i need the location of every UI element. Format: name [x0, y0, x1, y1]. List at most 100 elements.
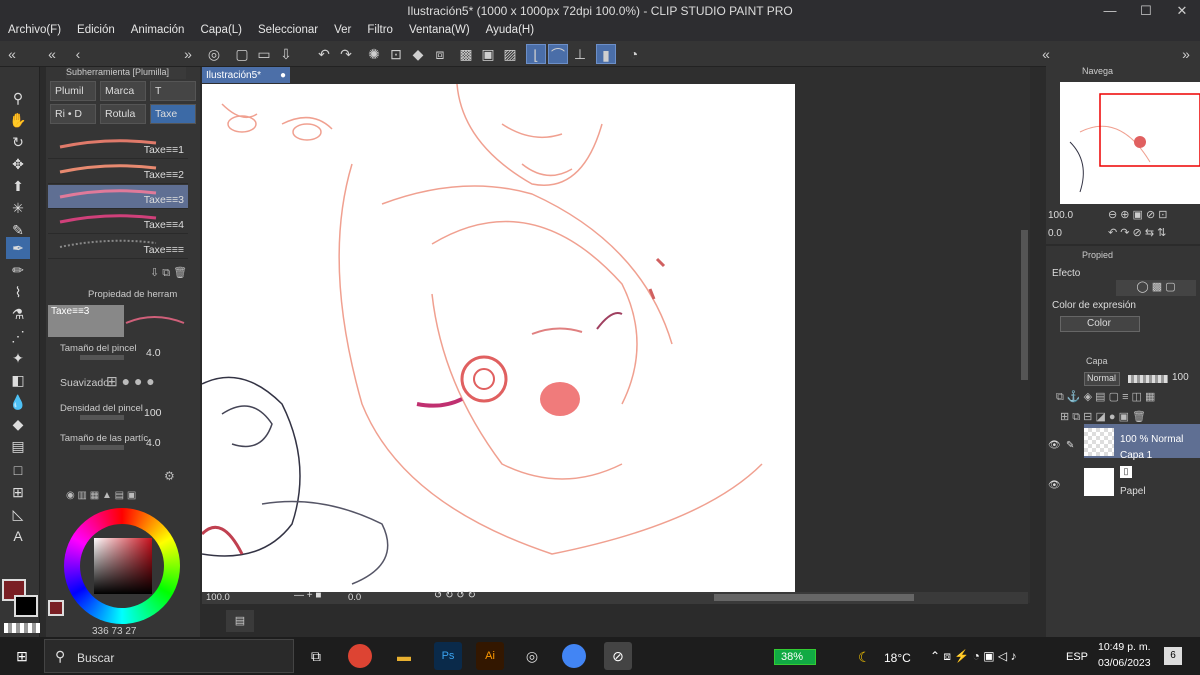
collapse-right-icon[interactable]: »	[178, 44, 198, 64]
navigator-preview[interactable]	[1060, 82, 1200, 204]
menu-view[interactable]: Ver	[326, 22, 359, 36]
gradient-icon[interactable]: ▤	[6, 435, 30, 457]
collapse-left-icon[interactable]: ‹	[68, 44, 88, 64]
menu-window[interactable]: Ventana(W)	[401, 22, 478, 36]
subtool-group-t[interactable]: T	[150, 81, 196, 101]
pen-layer-icon[interactable]: ✎	[1066, 440, 1074, 451]
file-explorer-icon[interactable]: ▬	[390, 642, 418, 670]
transparent-color-swatch[interactable]	[4, 623, 40, 633]
chrome-icon[interactable]	[348, 644, 372, 668]
frame-icon[interactable]: ⊞	[6, 481, 30, 503]
magic-wand-icon[interactable]: ✳	[6, 197, 30, 219]
subtool-group-rotulador[interactable]: Rotula	[100, 104, 146, 124]
menu-filter[interactable]: Filtro	[359, 22, 401, 36]
collapse-right-icon[interactable]: »	[1176, 44, 1196, 64]
snap-ruler-icon[interactable]: ⌊	[526, 44, 546, 64]
brush-size-value[interactable]: 4.0	[146, 347, 161, 359]
subtool-group-plumilla[interactable]: Plumil	[50, 81, 96, 101]
brush-item[interactable]: Taxe≡≡4	[48, 210, 188, 234]
clock-time[interactable]: 10:49 p. m.	[1098, 641, 1151, 653]
navigator-tab[interactable]: Navega	[1082, 66, 1113, 80]
layer-row[interactable]: 100 % Normal Capa 1	[1084, 424, 1200, 461]
search-box[interactable]: ⚲ Buscar	[44, 639, 294, 673]
chrome-icon[interactable]	[562, 644, 586, 668]
airbrush-icon[interactable]: ⚗	[6, 303, 30, 325]
subtool-group-ri-d[interactable]: Ri • D	[50, 104, 96, 124]
effect-buttons[interactable]: ◯ ▩ ▢	[1116, 280, 1196, 296]
vertical-scrollbar[interactable]	[1021, 230, 1028, 380]
opacity-slider[interactable]	[1128, 375, 1168, 383]
temperature[interactable]: 18°C	[884, 651, 911, 665]
eye-icon[interactable]: 👁	[1048, 440, 1061, 451]
fill-icon[interactable]: ◆	[408, 44, 428, 64]
snap-special-icon[interactable]: ⌒	[548, 44, 568, 64]
brush-item[interactable]: Taxe≡≡1	[48, 135, 188, 159]
main-color-mini[interactable]	[48, 600, 64, 616]
clock-date[interactable]: 03/06/2023	[1098, 657, 1151, 669]
particle-size-slider[interactable]	[80, 445, 124, 450]
rotate-icon[interactable]: ↻	[6, 131, 30, 153]
zoom-icon[interactable]: ⚲	[6, 87, 30, 109]
navigator-zoom-controls[interactable]: ⊖ ⊕ ▣ ⊘ ⊡	[1108, 208, 1168, 221]
brush-item[interactable]: Taxe≡≡2	[48, 160, 188, 184]
layer-tab[interactable]: Capa	[1086, 356, 1108, 370]
pencil-icon[interactable]: ✏	[6, 259, 30, 281]
move-icon[interactable]: ✥	[6, 153, 30, 175]
save-icon[interactable]: ⇩	[276, 44, 296, 64]
settings-icon[interactable]: ⚙	[164, 469, 175, 483]
operation-icon[interactable]: ⬆	[6, 175, 30, 197]
minimize-button[interactable]: —	[1092, 0, 1128, 22]
smoothing-options[interactable]: ⊞ ● ● ●	[106, 373, 186, 391]
brush-icon[interactable]: ⌇	[6, 281, 30, 303]
language-indicator[interactable]: ESP	[1066, 651, 1088, 663]
horizontal-scrollbar[interactable]	[714, 594, 914, 601]
document-tab[interactable]: Ilustración5* ●	[202, 67, 290, 83]
transform-icon[interactable]: ⧈	[430, 44, 450, 64]
menu-help[interactable]: Ayuda(H)	[478, 22, 542, 36]
layer-options[interactable]: ⧉ ⚓ ◈ ▤ ▢ ≡ ◫ ▦	[1056, 390, 1155, 404]
subtool-actions[interactable]: ⇩ ⧉ 🗑	[150, 266, 200, 280]
density-slider[interactable]	[80, 415, 124, 420]
density-value[interactable]: 100	[144, 407, 162, 419]
menu-animation[interactable]: Animación	[123, 22, 193, 36]
tablet-icon[interactable]: ▮	[596, 44, 616, 64]
clear-icon[interactable]: ⊡	[386, 44, 406, 64]
clip-studio-icon[interactable]: ◎	[204, 44, 224, 64]
maximize-button[interactable]: ☐	[1128, 0, 1164, 22]
property-tab[interactable]: Propied	[1082, 250, 1113, 264]
angle-value[interactable]: 0.0	[348, 592, 361, 603]
clip-studio-paint-icon[interactable]: ⊘	[604, 642, 632, 670]
menu-edit[interactable]: Edición	[69, 22, 123, 36]
hand-icon[interactable]: ✋	[6, 109, 30, 131]
illustrator-icon[interactable]: Ai	[476, 642, 504, 670]
subtool-group-taxe[interactable]: Taxe	[150, 104, 196, 124]
windows-start-icon[interactable]: ⊞	[8, 642, 36, 670]
decoration-icon[interactable]: ⋰	[6, 325, 30, 347]
collapse-left-icon[interactable]: «	[42, 44, 62, 64]
eye-icon[interactable]: 👁	[1048, 480, 1061, 491]
zoom-value[interactable]: 100.0	[206, 592, 230, 603]
collapse-left-icon[interactable]: «	[2, 44, 22, 64]
sparkle-icon[interactable]: ✦	[6, 347, 30, 369]
eraser-icon[interactable]: ◧	[6, 369, 30, 391]
new-file-icon[interactable]: ▢	[232, 44, 252, 64]
expression-color-select[interactable]: Color	[1060, 316, 1140, 332]
snap-grid-icon[interactable]: ⊥	[570, 44, 590, 64]
companion-icon[interactable]: ◔	[624, 44, 644, 64]
navigator-rotate-controls[interactable]: ↶ ↷ ⊘ ⇆ ⇅	[1108, 226, 1166, 239]
deselect-icon[interactable]: ▩	[456, 44, 476, 64]
brush-item-selected[interactable]: Taxe≡≡3	[48, 185, 188, 209]
photoshop-icon[interactable]: Ps	[434, 642, 462, 670]
blend-mode-select[interactable]: Normal	[1084, 372, 1120, 386]
loading-icon[interactable]: ✺	[364, 44, 384, 64]
particle-size-value[interactable]: 4.0	[146, 437, 161, 449]
color-panel-tabs[interactable]: ◉ ▥ ▦ ▲ ▤ ▣	[66, 490, 136, 501]
panel-toggle-icon[interactable]: ▤	[226, 610, 254, 632]
menu-select[interactable]: Seleccionar	[250, 22, 326, 36]
ruler-icon[interactable]: ◺	[6, 503, 30, 525]
drawing-canvas[interactable]	[202, 84, 795, 592]
collapse-left-icon[interactable]: «	[1036, 44, 1056, 64]
invert-icon[interactable]: ▣	[478, 44, 498, 64]
figure-icon[interactable]: □	[6, 459, 30, 481]
menu-layer[interactable]: Capa(L)	[192, 22, 250, 36]
